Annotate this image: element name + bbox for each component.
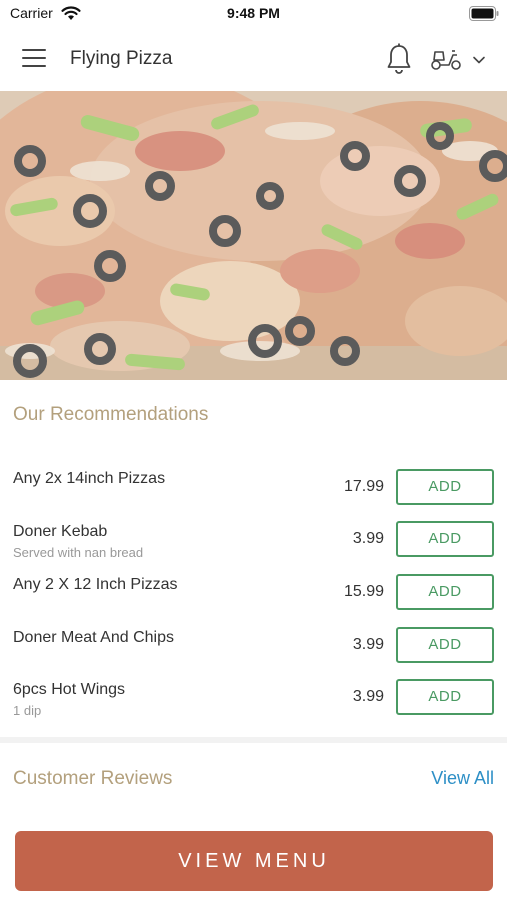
item-name: 6pcs Hot Wings — [13, 681, 126, 698]
item-description: Served with nan bread — [13, 545, 144, 560]
view-all-link[interactable]: View All — [400, 768, 494, 789]
add-button[interactable]: ADD — [396, 574, 494, 610]
section-divider — [0, 737, 507, 743]
view-menu-button[interactable]: VIEW MENU — [15, 831, 493, 891]
menu-item: Doner Kebab Served with nan bread 3.99 A… — [0, 521, 507, 575]
recommendations-title: Our Recommendations — [13, 404, 209, 425]
reviews-title: Customer Reviews — [13, 768, 173, 789]
add-button[interactable]: ADD — [396, 627, 494, 663]
menu-item: 6pcs Hot Wings 1 dip 3.99 ADD — [0, 679, 507, 733]
item-name: Any 2 X 12 Inch Pizzas — [13, 576, 178, 593]
battery-icon — [469, 6, 499, 21]
menu-item: Any 2 X 12 Inch Pizzas 15.99 ADD — [0, 574, 507, 628]
status-time: 9:48 PM — [227, 5, 280, 21]
item-name: Any 2x 14inch Pizzas — [13, 470, 166, 487]
item-name: Doner Kebab — [13, 523, 108, 540]
add-button[interactable]: ADD — [396, 679, 494, 715]
bell-icon[interactable] — [384, 42, 414, 76]
page-title: Flying Pizza — [70, 48, 173, 69]
status-bar: Carrier 9:48 PM — [0, 0, 507, 28]
chevron-down-icon[interactable] — [471, 54, 487, 66]
hero-pizza-image — [0, 91, 507, 380]
item-price: 17.99 — [343, 478, 384, 495]
hamburger-menu-icon[interactable] — [22, 49, 48, 71]
add-button[interactable]: ADD — [396, 521, 494, 557]
item-price: 3.99 — [352, 636, 384, 653]
item-description: 1 dip — [13, 703, 42, 718]
item-name: Doner Meat And Chips — [13, 629, 174, 646]
item-price: 3.99 — [352, 688, 384, 705]
hero-overlay — [0, 91, 507, 380]
item-price: 3.99 — [352, 530, 384, 547]
app-header: Flying Pizza — [0, 28, 507, 91]
scooter-icon[interactable] — [430, 46, 462, 72]
item-price: 15.99 — [343, 583, 384, 600]
menu-item: Doner Meat And Chips 3.99 ADD — [0, 627, 507, 681]
add-button[interactable]: ADD — [396, 469, 494, 505]
menu-item: Any 2x 14inch Pizzas 17.99 ADD — [0, 469, 507, 522]
